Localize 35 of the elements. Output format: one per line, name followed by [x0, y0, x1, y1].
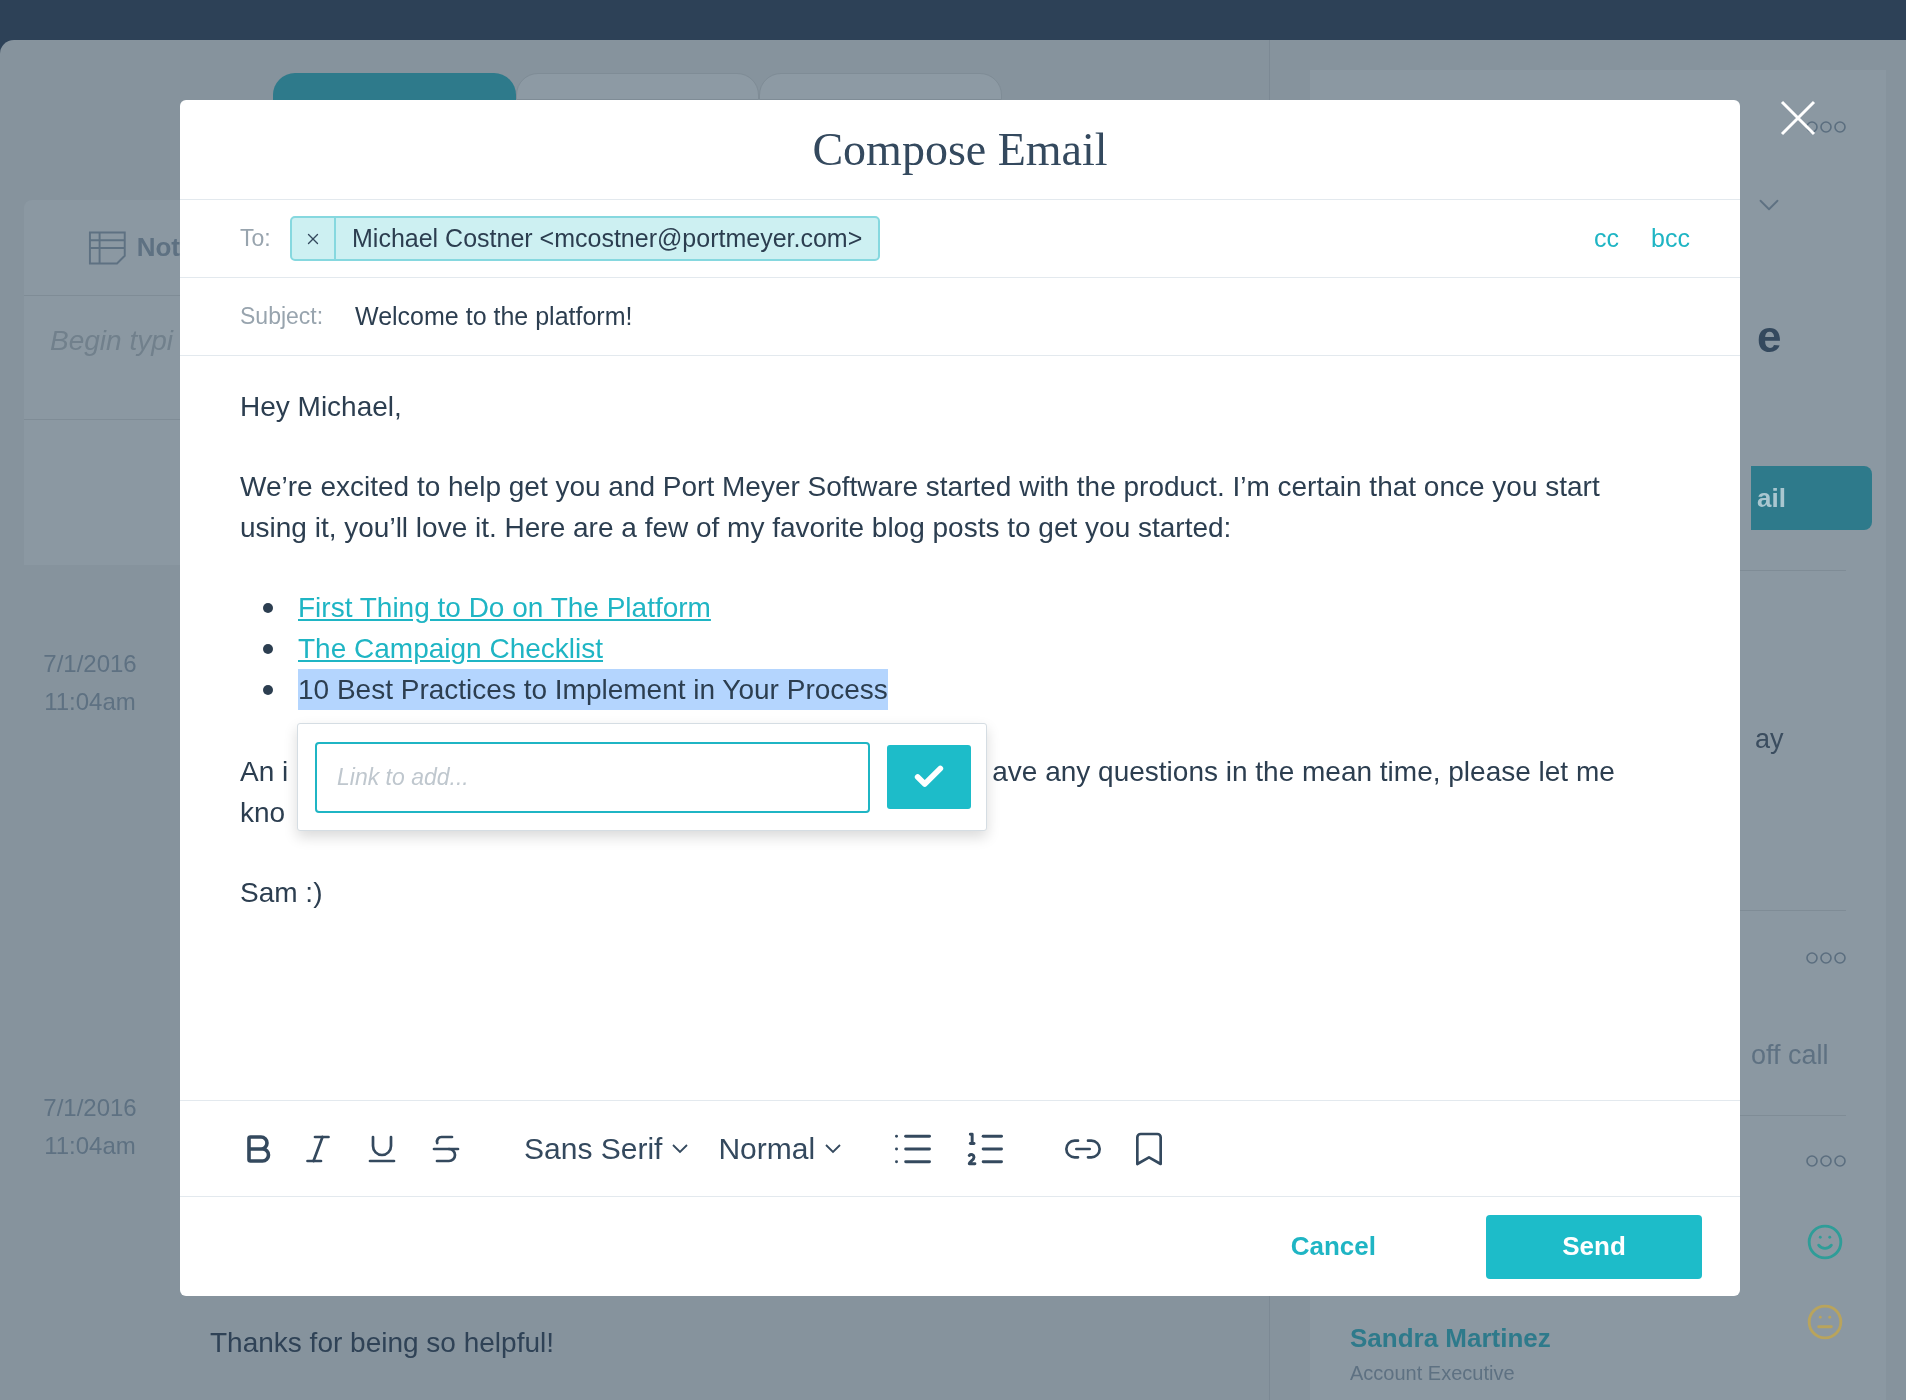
size-dropdown[interactable]: Normal: [718, 1126, 842, 1171]
contact-name[interactable]: Sandra Martinez: [1350, 1319, 1806, 1358]
bullet-icon: [263, 643, 273, 654]
body-text: kno: [240, 796, 287, 830]
action-button[interactable]: ail: [1751, 466, 1872, 530]
comment-text: Thanks for being so helpful!: [210, 1327, 554, 1358]
cc-link[interactable]: cc: [1594, 219, 1620, 258]
blog-link[interactable]: First Thing to Do on The Platform: [298, 587, 711, 628]
subject-field[interactable]: Welcome to the platform!: [355, 297, 633, 336]
recipient-text: Michael Costner <mcostner@portmeyer.com>: [334, 218, 879, 259]
notes-icon: [88, 229, 127, 266]
close-icon[interactable]: [1780, 100, 1816, 136]
dialog-title: Compose Email: [812, 123, 1108, 177]
greeting-text: Hey Michael,: [240, 390, 403, 424]
heading-text: e: [1757, 311, 1782, 363]
list-item-text: 10 Best Practices to Implement in Your Process: [298, 669, 888, 710]
more-icon[interactable]: [1806, 120, 1846, 134]
bullet-icon: [263, 684, 273, 695]
bcc-link[interactable]: bcc: [1651, 219, 1690, 258]
signature-text: Sam :): [240, 876, 324, 910]
recipient-chip[interactable]: Michael Costner <mcostner@portmeyer.com>: [290, 216, 881, 261]
chevron-icon: [825, 1143, 842, 1154]
body-text: An i: [240, 755, 289, 789]
body-paragraph: We’re excited to help get you and Port Meyer Software started with the product. I’m certain that once you start using it, you’ll love it. Here are a few of my favorite blog posts to get you started:: [240, 470, 1601, 545]
cancel-button[interactable]: Cancel: [1290, 1227, 1376, 1266]
blog-link[interactable]: The Campaign Checklist: [298, 628, 604, 669]
send-button[interactable]: Send: [1486, 1214, 1702, 1279]
body-text: ave any questions in the mean time, please let me: [992, 755, 1615, 789]
link-input[interactable]: Link to add...: [315, 741, 870, 813]
to-label: To:: [240, 224, 272, 254]
bullet-icon: [263, 602, 273, 613]
font-dropdown[interactable]: Sans Serif: [524, 1126, 689, 1171]
activity-text: ay: [1755, 724, 1784, 754]
chevron-icon: [672, 1143, 689, 1154]
subject-label: Subject:: [240, 302, 325, 332]
